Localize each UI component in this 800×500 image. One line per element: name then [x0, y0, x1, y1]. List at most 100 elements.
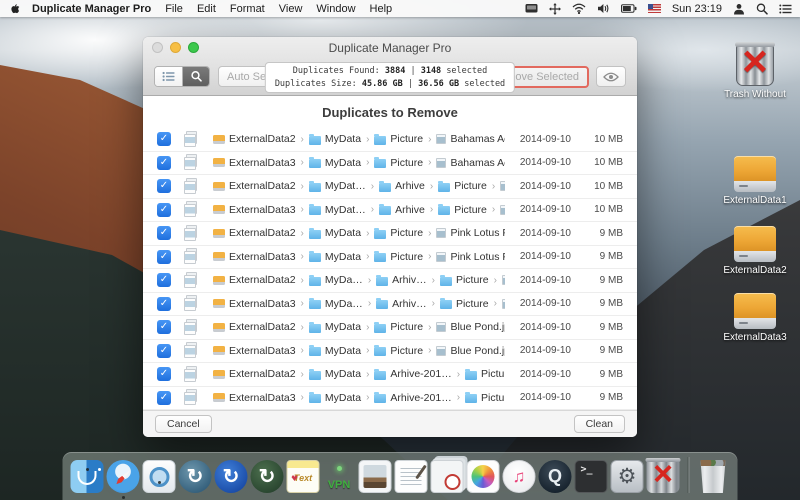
zoom-button[interactable] [188, 42, 199, 53]
duplicate-row[interactable]: ✓ ExternalData2›MyData›Picture›Blue Pond… [143, 316, 637, 340]
folder-icon [309, 136, 321, 145]
path-segment: MyDat… [309, 204, 366, 216]
trashx-dock-icon[interactable] [647, 460, 680, 493]
duplicate-row[interactable]: ✓ ExternalData2›MyData›Arhive-201…›Pictu… [143, 363, 637, 387]
us-flag-icon[interactable] [648, 4, 661, 13]
preview-button[interactable] [596, 66, 626, 87]
row-checkbox[interactable]: ✓ [157, 320, 171, 334]
file-date: 2014-09-10 [505, 275, 571, 286]
row-checkbox[interactable]: ✓ [157, 226, 171, 240]
close-button[interactable] [152, 42, 163, 53]
desktop-icon-label: ExternalData1 [723, 195, 786, 206]
path-segment: Picture [438, 204, 487, 216]
user-icon[interactable] [733, 3, 745, 15]
sync-green-dock-icon[interactable] [251, 460, 284, 493]
folder-icon [374, 347, 386, 356]
chevron-icon: › [301, 228, 304, 239]
desktop-icon-column: Trash Without ExternalData1 ExternalData2 E… [714, 0, 796, 500]
search-icon[interactable] [756, 3, 768, 15]
file-date: 2014-09-10 [505, 251, 571, 262]
duplicate-row[interactable]: ✓ ExternalData2›MyData›Picture›Pink Lotu… [143, 222, 637, 246]
battery-icon[interactable] [621, 4, 637, 13]
vpn-dock-icon[interactable] [323, 460, 356, 493]
sync-teal-dock-icon[interactable] [179, 460, 212, 493]
chevron-icon: › [371, 181, 374, 192]
screen-icon[interactable] [525, 3, 538, 14]
chevron-icon: › [492, 181, 495, 192]
file-stack-icon [183, 366, 200, 383]
desktop-icon-external-drive-2[interactable]: ExternalData2 [714, 226, 796, 276]
file-path: ExternalData2›MyDat…›Arhive›Picture›Baha… [213, 180, 505, 192]
menu-format[interactable]: Format [230, 3, 265, 15]
menu-file[interactable]: File [165, 3, 183, 15]
desktop-icon-external-drive-3[interactable]: ExternalData3 [714, 293, 796, 343]
duplicate-manager-window: Duplicate Manager Pro Auto Select × Dupl… [143, 37, 637, 437]
menu-view[interactable]: View [279, 3, 303, 15]
itunes-dock-icon[interactable] [503, 460, 536, 493]
window-titlebar[interactable]: Duplicate Manager Pro [143, 37, 637, 58]
finder-dock-icon[interactable] [71, 460, 104, 493]
chevron-icon: › [492, 204, 495, 215]
duplicate-row[interactable]: ✓ ExternalData3›MyData›Arhive-201…›Pictu… [143, 387, 637, 411]
path-segment: Bahamas Aerial.jpg [436, 133, 505, 145]
photos-dock-icon[interactable] [467, 460, 500, 493]
chevron-icon: › [366, 322, 369, 333]
path-segment: MyData [309, 321, 361, 333]
chevron-icon: › [301, 275, 304, 286]
row-checkbox[interactable]: ✓ [157, 156, 171, 170]
list-view-segment[interactable] [155, 67, 182, 86]
menu-edit[interactable]: Edit [197, 3, 216, 15]
wifi-icon[interactable] [572, 3, 586, 14]
textedit-dock-icon[interactable] [395, 460, 428, 493]
path-segment: MyData [309, 345, 361, 357]
notification-list-icon[interactable] [779, 4, 792, 14]
path-segment: Arhive [379, 204, 425, 216]
quicktime-dock-icon[interactable] [539, 460, 572, 493]
row-checkbox[interactable]: ✓ [157, 203, 171, 217]
sysprefs-dock-icon[interactable] [611, 460, 644, 493]
apple-menu-icon[interactable] [8, 2, 22, 15]
volume-icon[interactable] [597, 3, 610, 14]
duplicate-row[interactable]: ✓ ExternalData2›MyData›Picture›Bahamas A… [143, 128, 637, 152]
row-checkbox[interactable]: ✓ [157, 179, 171, 193]
desktop-icon-external-drive-1[interactable]: ExternalData1 [714, 156, 796, 206]
minimize-button[interactable] [170, 42, 181, 53]
chevron-icon: › [432, 298, 435, 309]
duplicate-row[interactable]: ✓ ExternalData3›MyDat…›Arhive›Picture›Ba… [143, 199, 637, 223]
terminal-dock-icon[interactable] [575, 460, 608, 493]
row-checkbox[interactable]: ✓ [157, 297, 171, 311]
search-view-segment[interactable] [182, 67, 209, 86]
desktop-icon-trash-without-app[interactable]: Trash Without [714, 44, 796, 100]
docstack-dock-icon[interactable] [431, 460, 464, 493]
menubar-clock[interactable]: Sun 23:19 [672, 3, 722, 15]
duplicate-row[interactable]: ✓ ExternalData3›MyDa…›Arhiv…›Picture›Pin… [143, 293, 637, 317]
row-checkbox[interactable]: ✓ [157, 367, 171, 381]
file-path: ExternalData3›MyDat…›Arhive›Picture›Baha… [213, 204, 505, 216]
duplicate-row[interactable]: ✓ ExternalData3›MyData›Picture›Bahamas A… [143, 152, 637, 176]
row-checkbox[interactable]: ✓ [157, 132, 171, 146]
safari-dock-icon[interactable] [107, 460, 140, 493]
trash-dock-icon[interactable] [697, 460, 730, 493]
sync-blue-dock-icon[interactable] [215, 460, 248, 493]
row-checkbox[interactable]: ✓ [157, 391, 171, 405]
chevron-icon: › [301, 134, 304, 145]
notes-dock-icon[interactable] [287, 460, 320, 493]
chevron-icon: › [366, 134, 369, 145]
duplicate-row[interactable]: ✓ ExternalData3›MyData›Picture›Blue Pond… [143, 340, 637, 364]
menu-window[interactable]: Window [316, 3, 355, 15]
imageviewer-dock-icon[interactable] [359, 460, 392, 493]
clean-button[interactable]: Clean [574, 415, 625, 433]
row-checkbox[interactable]: ✓ [157, 250, 171, 264]
row-checkbox[interactable]: ✓ [157, 273, 171, 287]
row-checkbox[interactable]: ✓ [157, 344, 171, 358]
menu-help[interactable]: Help [370, 3, 393, 15]
duplicate-row[interactable]: ✓ ExternalData2›MyDat…›Arhive›Picture›Ba… [143, 175, 637, 199]
file-path: ExternalData2›MyData›Arhive-201…›Picture… [213, 368, 505, 380]
move-arrows-icon[interactable] [549, 3, 561, 15]
duplicate-row[interactable]: ✓ ExternalData2›MyDa…›Arhiv…›Picture›Pin… [143, 269, 637, 293]
dupfinder-dock-icon[interactable] [143, 460, 176, 493]
duplicate-row[interactable]: ✓ ExternalData3›MyData›Picture›Pink Lotu… [143, 246, 637, 270]
menubar-app-name[interactable]: Duplicate Manager Pro [32, 3, 151, 15]
cancel-button[interactable]: Cancel [155, 415, 212, 433]
chevron-icon: › [428, 251, 431, 262]
